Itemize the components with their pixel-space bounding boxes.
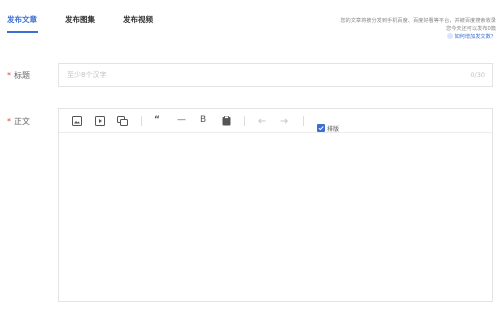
publish-page: 发布文章 发布图集 发布视频 您的文章将被分发到手机百度、百度好看等平台，并被百… (0, 0, 502, 310)
editor-content-area[interactable] (59, 133, 492, 301)
body-label: * 正文 (7, 116, 30, 127)
toolbar-divider (141, 116, 142, 126)
publish-notice: 您的文章将被分发到手机百度、百度好看等平台，并被百度搜索收录 您今天还可以发布0… (340, 17, 496, 41)
quote-icon[interactable]: “ (154, 115, 160, 126)
video-icon[interactable] (95, 116, 105, 126)
help-icon (447, 33, 454, 39)
rich-text-editor: “ — B 排版 (58, 108, 493, 302)
title-label: * 标题 (7, 70, 30, 81)
title-char-counter: 0/30 (470, 71, 485, 79)
body-label-text: 正文 (14, 117, 30, 126)
clipboard-icon[interactable] (222, 116, 232, 126)
tab-article[interactable]: 发布文章 (7, 14, 37, 25)
horizontal-rule-icon[interactable]: — (177, 115, 186, 126)
title-field: 0/30 (58, 63, 493, 87)
toolbar-divider (244, 116, 245, 126)
title-input[interactable] (67, 64, 447, 86)
typeset-label: 排版 (327, 126, 340, 133)
tab-gallery[interactable]: 发布图集 (65, 14, 95, 25)
active-tab-indicator (7, 31, 38, 33)
notice-distribution-text: 您的文章将被分发到手机百度、百度好看等平台，并被百度搜索收录 (340, 18, 496, 24)
undo-icon[interactable] (257, 116, 267, 126)
typeset-icon (317, 124, 325, 132)
toolbar-divider (303, 116, 304, 126)
gallery-icon[interactable] (117, 116, 128, 126)
required-mark: * (7, 71, 11, 80)
bold-icon[interactable]: B (200, 115, 206, 126)
notice-remaining-count: 您今天还可以发布0篇 (446, 26, 496, 32)
increase-quota-link-text: 如何增加发文数？ (454, 34, 496, 40)
title-label-text: 标题 (14, 71, 30, 80)
required-mark: * (7, 117, 11, 126)
increase-quota-link[interactable]: 如何增加发文数？ (340, 33, 496, 41)
tab-video[interactable]: 发布视频 (123, 14, 153, 25)
editor-toolbar: “ — B 排版 (59, 109, 492, 133)
typeset-button[interactable]: 排版 (317, 116, 339, 133)
publish-tabs: 发布文章 发布图集 发布视频 您的文章将被分发到手机百度、百度好看等平台，并被百… (0, 0, 502, 40)
redo-icon[interactable] (279, 116, 289, 126)
image-icon[interactable] (72, 116, 82, 126)
